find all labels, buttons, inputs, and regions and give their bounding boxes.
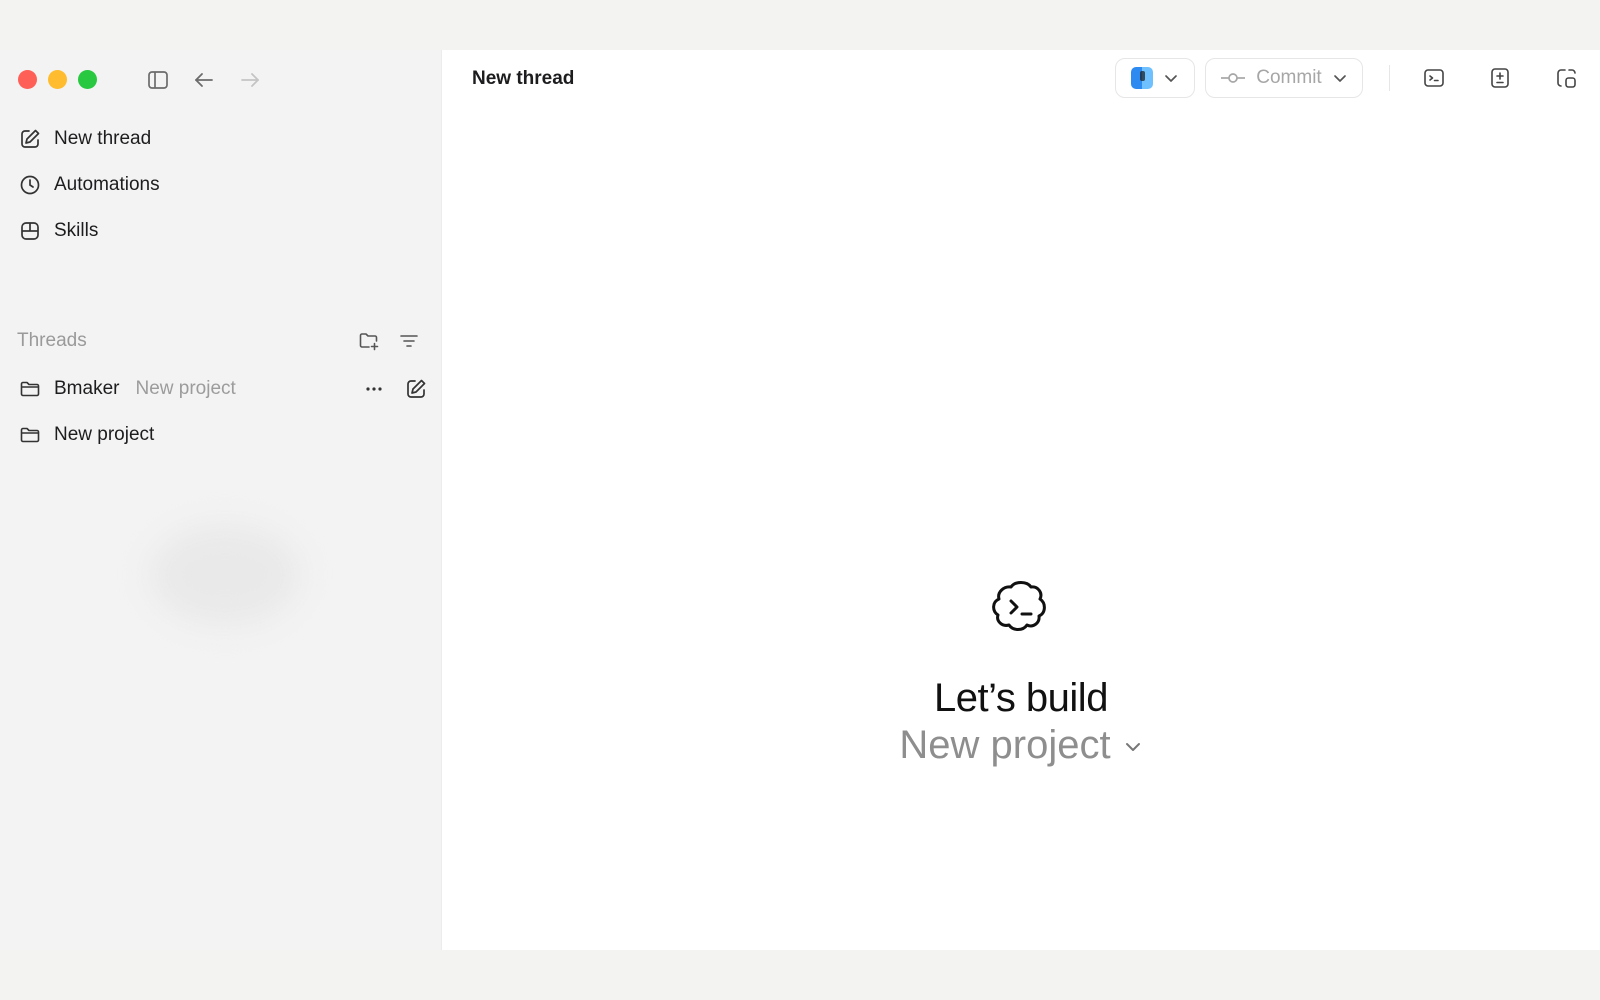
page-title: New thread	[472, 68, 575, 89]
new-folder-button[interactable]	[355, 327, 383, 355]
sidebar-nav: New thread Automations Skills	[10, 116, 431, 254]
pop-out-icon	[1557, 69, 1576, 88]
more-options-button[interactable]	[359, 374, 389, 404]
back-button[interactable]	[190, 66, 218, 94]
empty-state: Let’s build New project	[442, 575, 1600, 768]
zoom-window-button[interactable]	[78, 70, 97, 89]
compose-icon	[18, 127, 42, 151]
filter-button[interactable]	[395, 327, 423, 355]
nav-new-thread-label: New thread	[54, 128, 152, 149]
project-row-bmaker[interactable]: Bmaker New project	[10, 366, 431, 412]
codex-cloud-logo-icon	[992, 581, 1046, 631]
project-selector[interactable]: New project	[899, 723, 1142, 768]
forward-button[interactable]	[236, 66, 264, 94]
terminal-button[interactable]	[1416, 60, 1452, 96]
commit-button[interactable]: Commit	[1205, 58, 1363, 98]
toggle-sidebar-button[interactable]	[144, 66, 172, 94]
arrow-left-icon	[195, 73, 213, 87]
nav-skills-label: Skills	[54, 220, 99, 241]
clock-icon	[18, 173, 42, 197]
project-row-new-project[interactable]: New project	[10, 412, 431, 458]
skills-icon	[18, 219, 42, 243]
open-in-finder-button[interactable]	[1115, 58, 1195, 98]
ellipsis-icon	[366, 387, 382, 391]
filter-icon	[400, 335, 418, 347]
main-panel: New thread Commit Let’s build New projec…	[441, 50, 1600, 950]
pop-out-button[interactable]	[1548, 60, 1584, 96]
commit-label: Commit	[1256, 67, 1322, 88]
compose-icon	[407, 379, 426, 398]
sidebar: New thread Automations Skills Threads Bm…	[0, 50, 441, 950]
new-thread-in-project-button[interactable]	[401, 374, 431, 404]
app-window: New thread Automations Skills Threads Bm…	[0, 50, 1600, 950]
project-name: Bmaker	[54, 378, 120, 399]
nav-automations-label: Automations	[54, 174, 160, 195]
sidebar-toggle-icon	[148, 71, 168, 89]
folder-icon	[18, 377, 42, 401]
nav-skills[interactable]: Skills	[10, 208, 431, 254]
terminal-icon	[1424, 69, 1444, 87]
threads-header: Threads	[17, 324, 423, 358]
chevron-down-icon	[1165, 75, 1177, 82]
folder-icon	[18, 423, 42, 447]
nav-new-thread[interactable]: New thread	[10, 116, 431, 162]
arrow-right-icon	[241, 73, 259, 87]
sidebar-blur-overlay	[150, 525, 300, 625]
nav-automations[interactable]: Automations	[10, 162, 431, 208]
chevron-down-icon	[1333, 75, 1346, 82]
folder-plus-icon	[359, 333, 379, 351]
diff-button[interactable]	[1482, 60, 1518, 96]
window-controls	[18, 70, 97, 89]
project-subtitle: New project	[135, 378, 236, 399]
finder-icon	[1131, 67, 1153, 89]
git-commit-icon	[1221, 73, 1246, 83]
close-window-button[interactable]	[18, 70, 37, 89]
project-selector-label: New project	[899, 723, 1111, 767]
project-name: New project	[54, 424, 155, 445]
minimize-window-button[interactable]	[48, 70, 67, 89]
chevron-down-icon	[1125, 742, 1140, 751]
threads-section-label: Threads	[17, 330, 87, 351]
toolbar-divider	[1389, 65, 1390, 91]
hero-heading: Let’s build	[934, 676, 1108, 720]
diff-icon	[1491, 68, 1509, 88]
project-list: Bmaker New project New project	[10, 366, 431, 458]
toolbar: Commit	[1115, 58, 1584, 98]
sidebar-controls	[144, 66, 264, 94]
